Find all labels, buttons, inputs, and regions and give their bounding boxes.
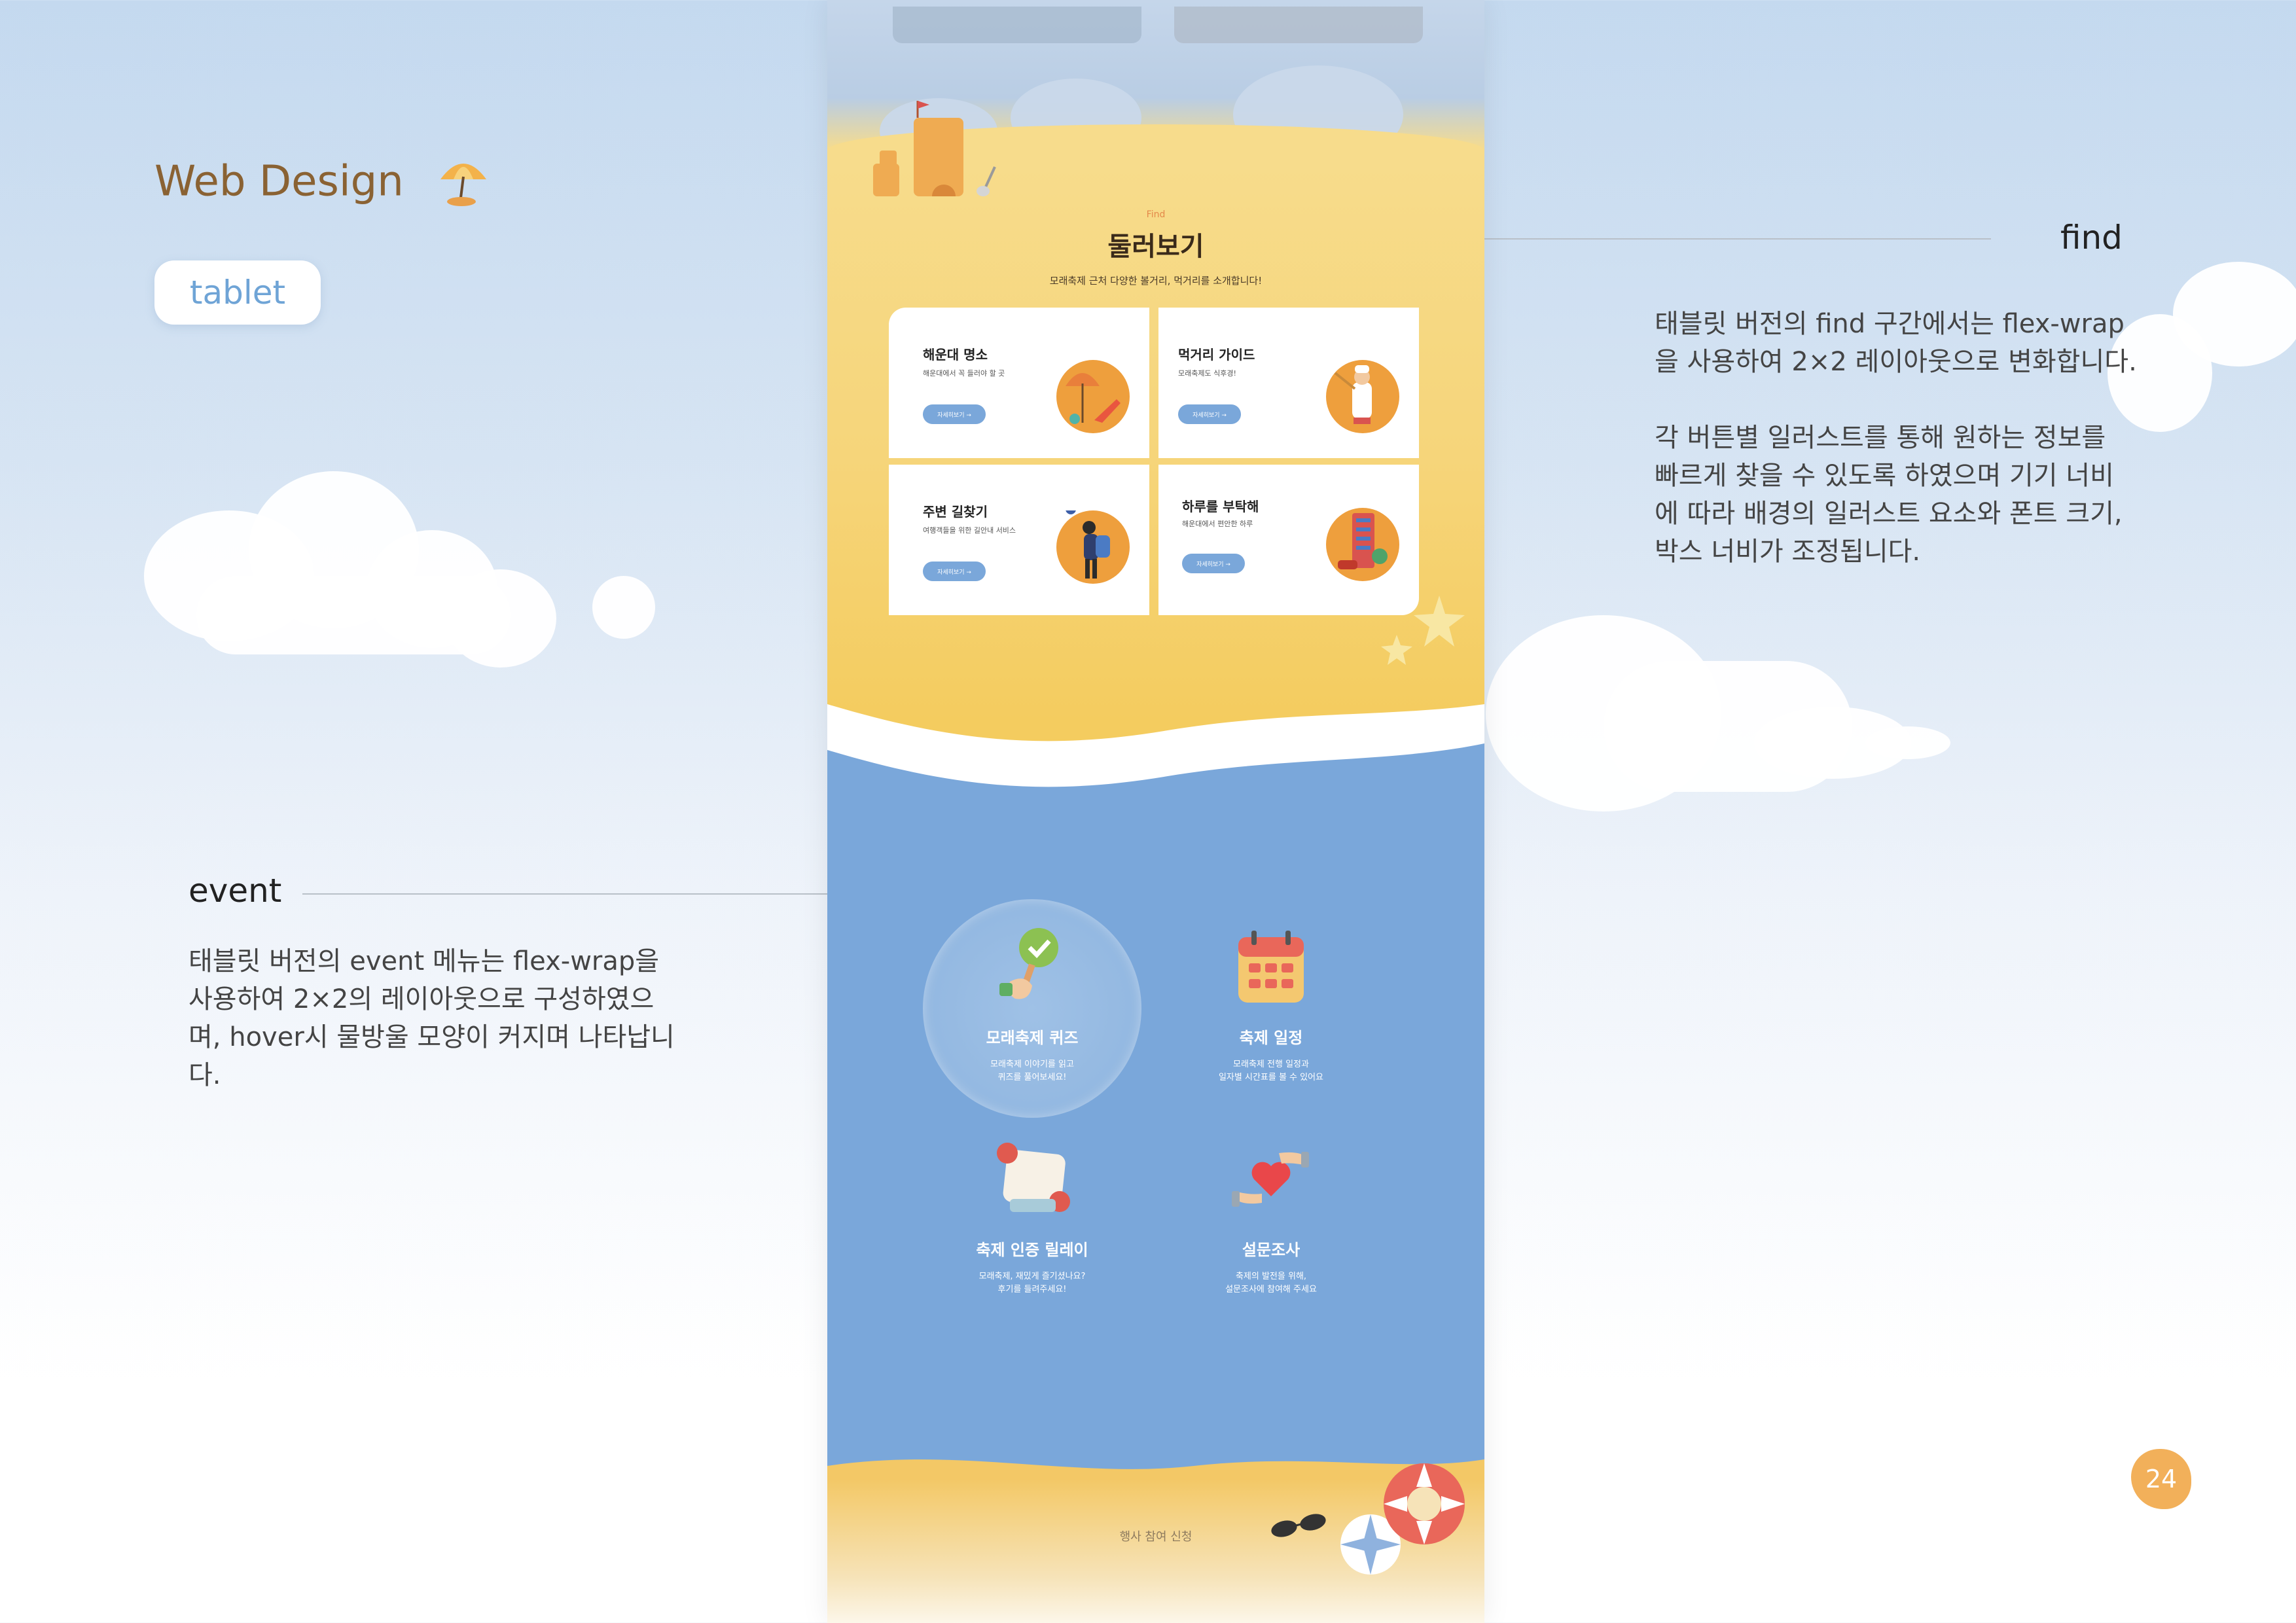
event-item[interactable]: 설문조사 축제의 발전을 위해, 설문조사에 참여해 주세요 <box>1160 1133 1382 1296</box>
event-desc-line: 모래축제 전행 일정과 <box>1233 1060 1309 1069</box>
quiz-check-icon <box>921 921 1143 1016</box>
annotation-line: 다. <box>188 1060 221 1090</box>
card-title: 해운대 명소 <box>923 347 988 363</box>
card-detail-button[interactable]: 자세히보기 → <box>923 404 986 424</box>
sunglasses-icon <box>1265 1509 1330 1544</box>
starfish-icon <box>1377 589 1469 670</box>
annotation-line: 박스 너비가 조정됩니다. <box>1655 537 1921 567</box>
quote-bubble-icon <box>921 1133 1143 1228</box>
event-desc-line: 설문조사에 참여해 주세요 <box>1225 1285 1317 1294</box>
annotation-line-event <box>302 893 885 895</box>
annotation-line: 태블릿 버전의 event 메뉴는 flex-wrap을 <box>188 946 660 976</box>
find-section-heading: 둘러보기 <box>1107 232 1204 262</box>
beach-umbrella-icon <box>435 151 492 217</box>
tablet-mockup: Find 둘러보기 모래축제 근처 다양한 볼거리, 먹거리를 소개합니다! 해… <box>827 0 1484 1623</box>
card-title: 먹거리 가이드 <box>1178 347 1255 363</box>
heart-hands-icon <box>1160 1133 1382 1228</box>
event-item[interactable]: 축제 인증 릴레이 모래축제, 재밌게 즐기셨나요? 후기를 들려주세요! <box>921 1133 1143 1296</box>
annotation-event-title: event <box>188 872 282 910</box>
annotation-line: 사용하여 2×2의 레이아웃으로 구성하였으 <box>188 984 655 1014</box>
find-card[interactable]: 해운대 명소 해운대에서 꼭 들러야 할 곳 자세히보기 → <box>889 308 1149 458</box>
find-section-label: Find <box>1146 209 1166 220</box>
event-desc-line: 일자별 시간표를 볼 수 있어요 <box>1218 1073 1324 1082</box>
annotation-line: 각 버튼별 일러스트를 통해 원하는 정보를 <box>1655 423 2106 453</box>
annotation-line-find <box>1467 238 1991 240</box>
hotel-icon <box>1326 508 1399 581</box>
event-item[interactable]: 축제 일정 모래축제 전행 일정과 일자별 시간표를 볼 수 있어요 <box>1160 921 1382 1084</box>
event-title: 모래축제 퀴즈 <box>986 1029 1079 1047</box>
event-desc-line: 축제의 발전을 위해, <box>1235 1272 1307 1281</box>
beach-chair-icon <box>1056 360 1130 433</box>
card-detail-button[interactable]: 자세히보기 → <box>923 562 986 581</box>
find-card[interactable]: 먹거리 가이드 모래축제도 식후경! 자세히보기 → <box>1158 308 1419 458</box>
card-detail-button[interactable]: 자세히보기 → <box>1178 404 1241 424</box>
event-title: 설문조사 <box>1242 1241 1300 1259</box>
event-desc-line: 모래축제, 재밌게 즐기셨나요? <box>978 1272 1086 1281</box>
annotation-line: 태블릿 버전의 find 구간에서는 flex-wrap <box>1655 309 2125 339</box>
page-number-badge: 24 <box>2131 1449 2191 1509</box>
wave-divider <box>827 704 1484 805</box>
top-image-thumb <box>1174 7 1423 43</box>
find-section-subtitle: 모래축제 근처 다양한 볼거리, 먹거리를 소개합니다! <box>1049 275 1263 287</box>
page-title-text: Web Design <box>154 157 404 206</box>
annotation-line: 빠르게 찾을 수 있도록 하였으며 기기 너비 <box>1655 461 2114 491</box>
card-description: 해운대에서 꼭 들러야 할 곳 <box>923 369 1005 378</box>
event-description: 모래축제 전행 일정과 일자별 시간표를 볼 수 있어요 <box>1160 1058 1382 1084</box>
event-description: 축제의 발전을 위해, 설문조사에 참여해 주세요 <box>1160 1270 1382 1296</box>
card-detail-button[interactable]: 자세히보기 → <box>1182 554 1245 573</box>
event-description: 모래축제, 재밌게 즐기셨나요? 후기를 들려주세요! <box>921 1270 1143 1296</box>
sand-castle-icon <box>867 98 1004 205</box>
annotation-find-title: find <box>2060 219 2123 257</box>
cloud-decoration <box>196 576 511 654</box>
top-image-thumb <box>893 7 1141 43</box>
annotation-event-text: 태블릿 버전의 event 메뉴는 flex-wrap을 사용하여 2×2의 레… <box>188 942 675 1094</box>
calendar-icon <box>1160 921 1382 1016</box>
event-title: 축제 인증 릴레이 <box>976 1241 1088 1259</box>
life-ring-icon <box>1380 1459 1469 1551</box>
event-title: 축제 일정 <box>1239 1029 1303 1047</box>
event-desc-line: 퀴즈를 풀어보세요! <box>997 1073 1067 1082</box>
find-card[interactable]: 주변 길찾기 여행객들을 위한 길안내 서비스 자세히보기 → <box>889 465 1149 615</box>
card-description: 해운대에서 편안한 하루 <box>1182 520 1253 528</box>
card-description: 모래축제도 식후경! <box>1178 369 1236 378</box>
card-title: 주변 길찾기 <box>923 504 988 520</box>
event-desc-line: 후기를 들려주세요! <box>997 1285 1067 1294</box>
event-desc-line: 모래축제 이야기를 읽고 <box>990 1060 1074 1069</box>
annotation-find-text: 태블릿 버전의 find 구간에서는 flex-wrap 을 사용하여 2×2 … <box>1655 305 2137 571</box>
page-title: Web Design <box>154 151 492 217</box>
cloud-decoration <box>1865 726 1950 759</box>
annotation-line: 에 따라 배경의 일러스트 요소와 폰트 크기, <box>1655 499 2123 529</box>
event-item[interactable]: 모래축제 퀴즈 모래축제 이야기를 읽고 퀴즈를 풀어보세요! <box>921 921 1143 1084</box>
annotation-line: 을 사용하여 2×2 레이아웃으로 변화합니다. <box>1655 347 2137 377</box>
device-tab-tablet[interactable]: tablet <box>154 260 321 325</box>
card-description: 여행객들을 위한 길안내 서비스 <box>923 526 1016 535</box>
annotation-line: 며, hover시 물방울 모양이 커지며 나타납니 <box>188 1022 675 1052</box>
cloud-decoration <box>592 576 655 639</box>
chef-icon <box>1326 360 1399 433</box>
card-title: 하루를 부탁해 <box>1182 499 1259 514</box>
traveler-icon <box>1056 504 1130 584</box>
event-description: 모래축제 이야기를 읽고 퀴즈를 풀어보세요! <box>921 1058 1143 1084</box>
